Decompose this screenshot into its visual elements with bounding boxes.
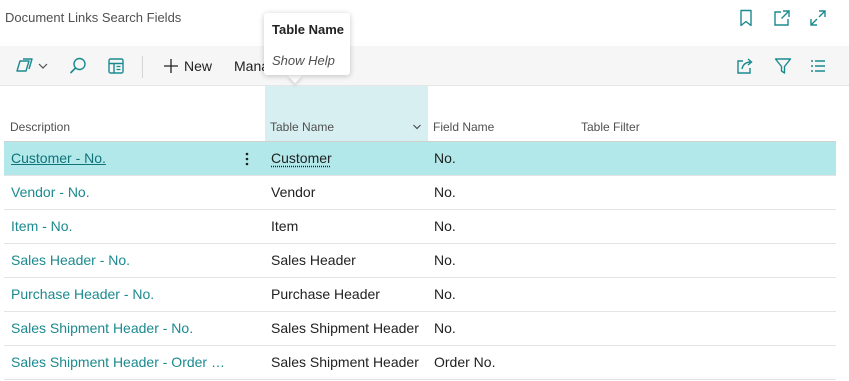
column-header-table-filter-label: Table Filter (581, 120, 640, 134)
table-row[interactable]: Item - No. Item No. (4, 210, 836, 244)
column-tooltip: Table Name Show Help (264, 13, 350, 75)
edit-list-icon (108, 58, 124, 74)
field-name-cell[interactable]: No. (434, 312, 574, 345)
list-view-icon (811, 60, 825, 72)
field-name-cell[interactable]: No. (434, 142, 574, 175)
bookmark-icon[interactable] (736, 8, 756, 28)
description-cell[interactable]: Vendor - No. (11, 176, 226, 209)
table-name-cell[interactable]: Purchase Header (271, 278, 426, 311)
field-name-cell[interactable]: No. (434, 176, 574, 209)
table-row[interactable]: Vendor - No. Vendor No. (4, 176, 836, 210)
plus-icon (164, 59, 178, 73)
new-button[interactable]: New (163, 55, 212, 77)
filter-button[interactable] (773, 55, 793, 77)
column-header-description-label: Description (10, 120, 71, 134)
views-icon (16, 58, 48, 72)
field-name-cell[interactable]: No. (434, 278, 574, 311)
column-header-field-name-label: Field Name (433, 120, 495, 134)
field-name-cell[interactable]: No. (434, 244, 574, 277)
open-new-window-icon[interactable] (772, 8, 792, 28)
list-grid: Description Table Name Field Name Table … (0, 86, 849, 381)
table-name-cell[interactable]: Item (271, 210, 426, 243)
row-actions-icon[interactable] (240, 142, 254, 175)
column-header-field-name[interactable]: Field Name (433, 120, 494, 134)
action-bar: New Mana (0, 46, 849, 86)
views-dropdown-button[interactable] (16, 55, 52, 77)
expand-icon[interactable] (808, 8, 828, 28)
new-button-label: New (184, 58, 213, 74)
search-icon (69, 57, 86, 74)
table-row[interactable]: Purchase Header - No. Purchase Header No… (4, 278, 836, 312)
action-bar-divider (142, 56, 143, 78)
table-row[interactable]: Customer - No. Customer No. (4, 142, 836, 176)
table-name-cell[interactable]: Customer (271, 142, 426, 175)
column-header-table-name[interactable]: Table Name (270, 120, 424, 134)
table-name-cell[interactable]: Sales Header (271, 244, 426, 277)
page-header: Document Links Search Fields (0, 0, 849, 46)
description-cell[interactable]: Sales Shipment Header - No. (11, 312, 226, 345)
table-name-cell[interactable]: Sales Shipment Header (271, 312, 426, 345)
column-header-description[interactable]: Description (10, 120, 70, 134)
table-row[interactable]: Sales Shipment Header - No. Sales Shipme… (4, 312, 836, 346)
share-icon (737, 58, 753, 74)
page-title: Document Links Search Fields (5, 10, 182, 25)
table-name-cell[interactable]: Sales Shipment Header (271, 346, 426, 379)
field-name-cell[interactable]: Order No. (434, 346, 574, 379)
table-row[interactable]: Sales Header - No. Sales Header No. (4, 244, 836, 278)
filter-icon (774, 58, 792, 74)
description-cell[interactable]: Sales Shipment Header - Order No. (11, 346, 226, 379)
search-button[interactable] (68, 55, 88, 77)
tooltip-title: Table Name (272, 22, 345, 37)
table-name-cell[interactable]: Vendor (271, 176, 426, 209)
description-cell[interactable]: Customer - No. (11, 142, 226, 175)
description-cell[interactable]: Item - No. (11, 210, 226, 243)
description-cell[interactable]: Sales Header - No. (11, 244, 226, 277)
share-button[interactable] (735, 55, 755, 77)
edit-list-button[interactable] (106, 55, 126, 77)
column-header-table-name-label: Table Name (270, 120, 335, 134)
show-help-link[interactable]: Show Help (272, 53, 335, 68)
list-view-button[interactable] (808, 55, 828, 77)
field-name-cell[interactable]: No. (434, 210, 574, 243)
chevron-down-icon[interactable] (412, 122, 422, 132)
description-cell[interactable]: Purchase Header - No. (11, 278, 226, 311)
table-row[interactable]: Sales Shipment Header - Order No. Sales … (4, 346, 836, 380)
column-header-table-filter[interactable]: Table Filter (581, 120, 640, 134)
